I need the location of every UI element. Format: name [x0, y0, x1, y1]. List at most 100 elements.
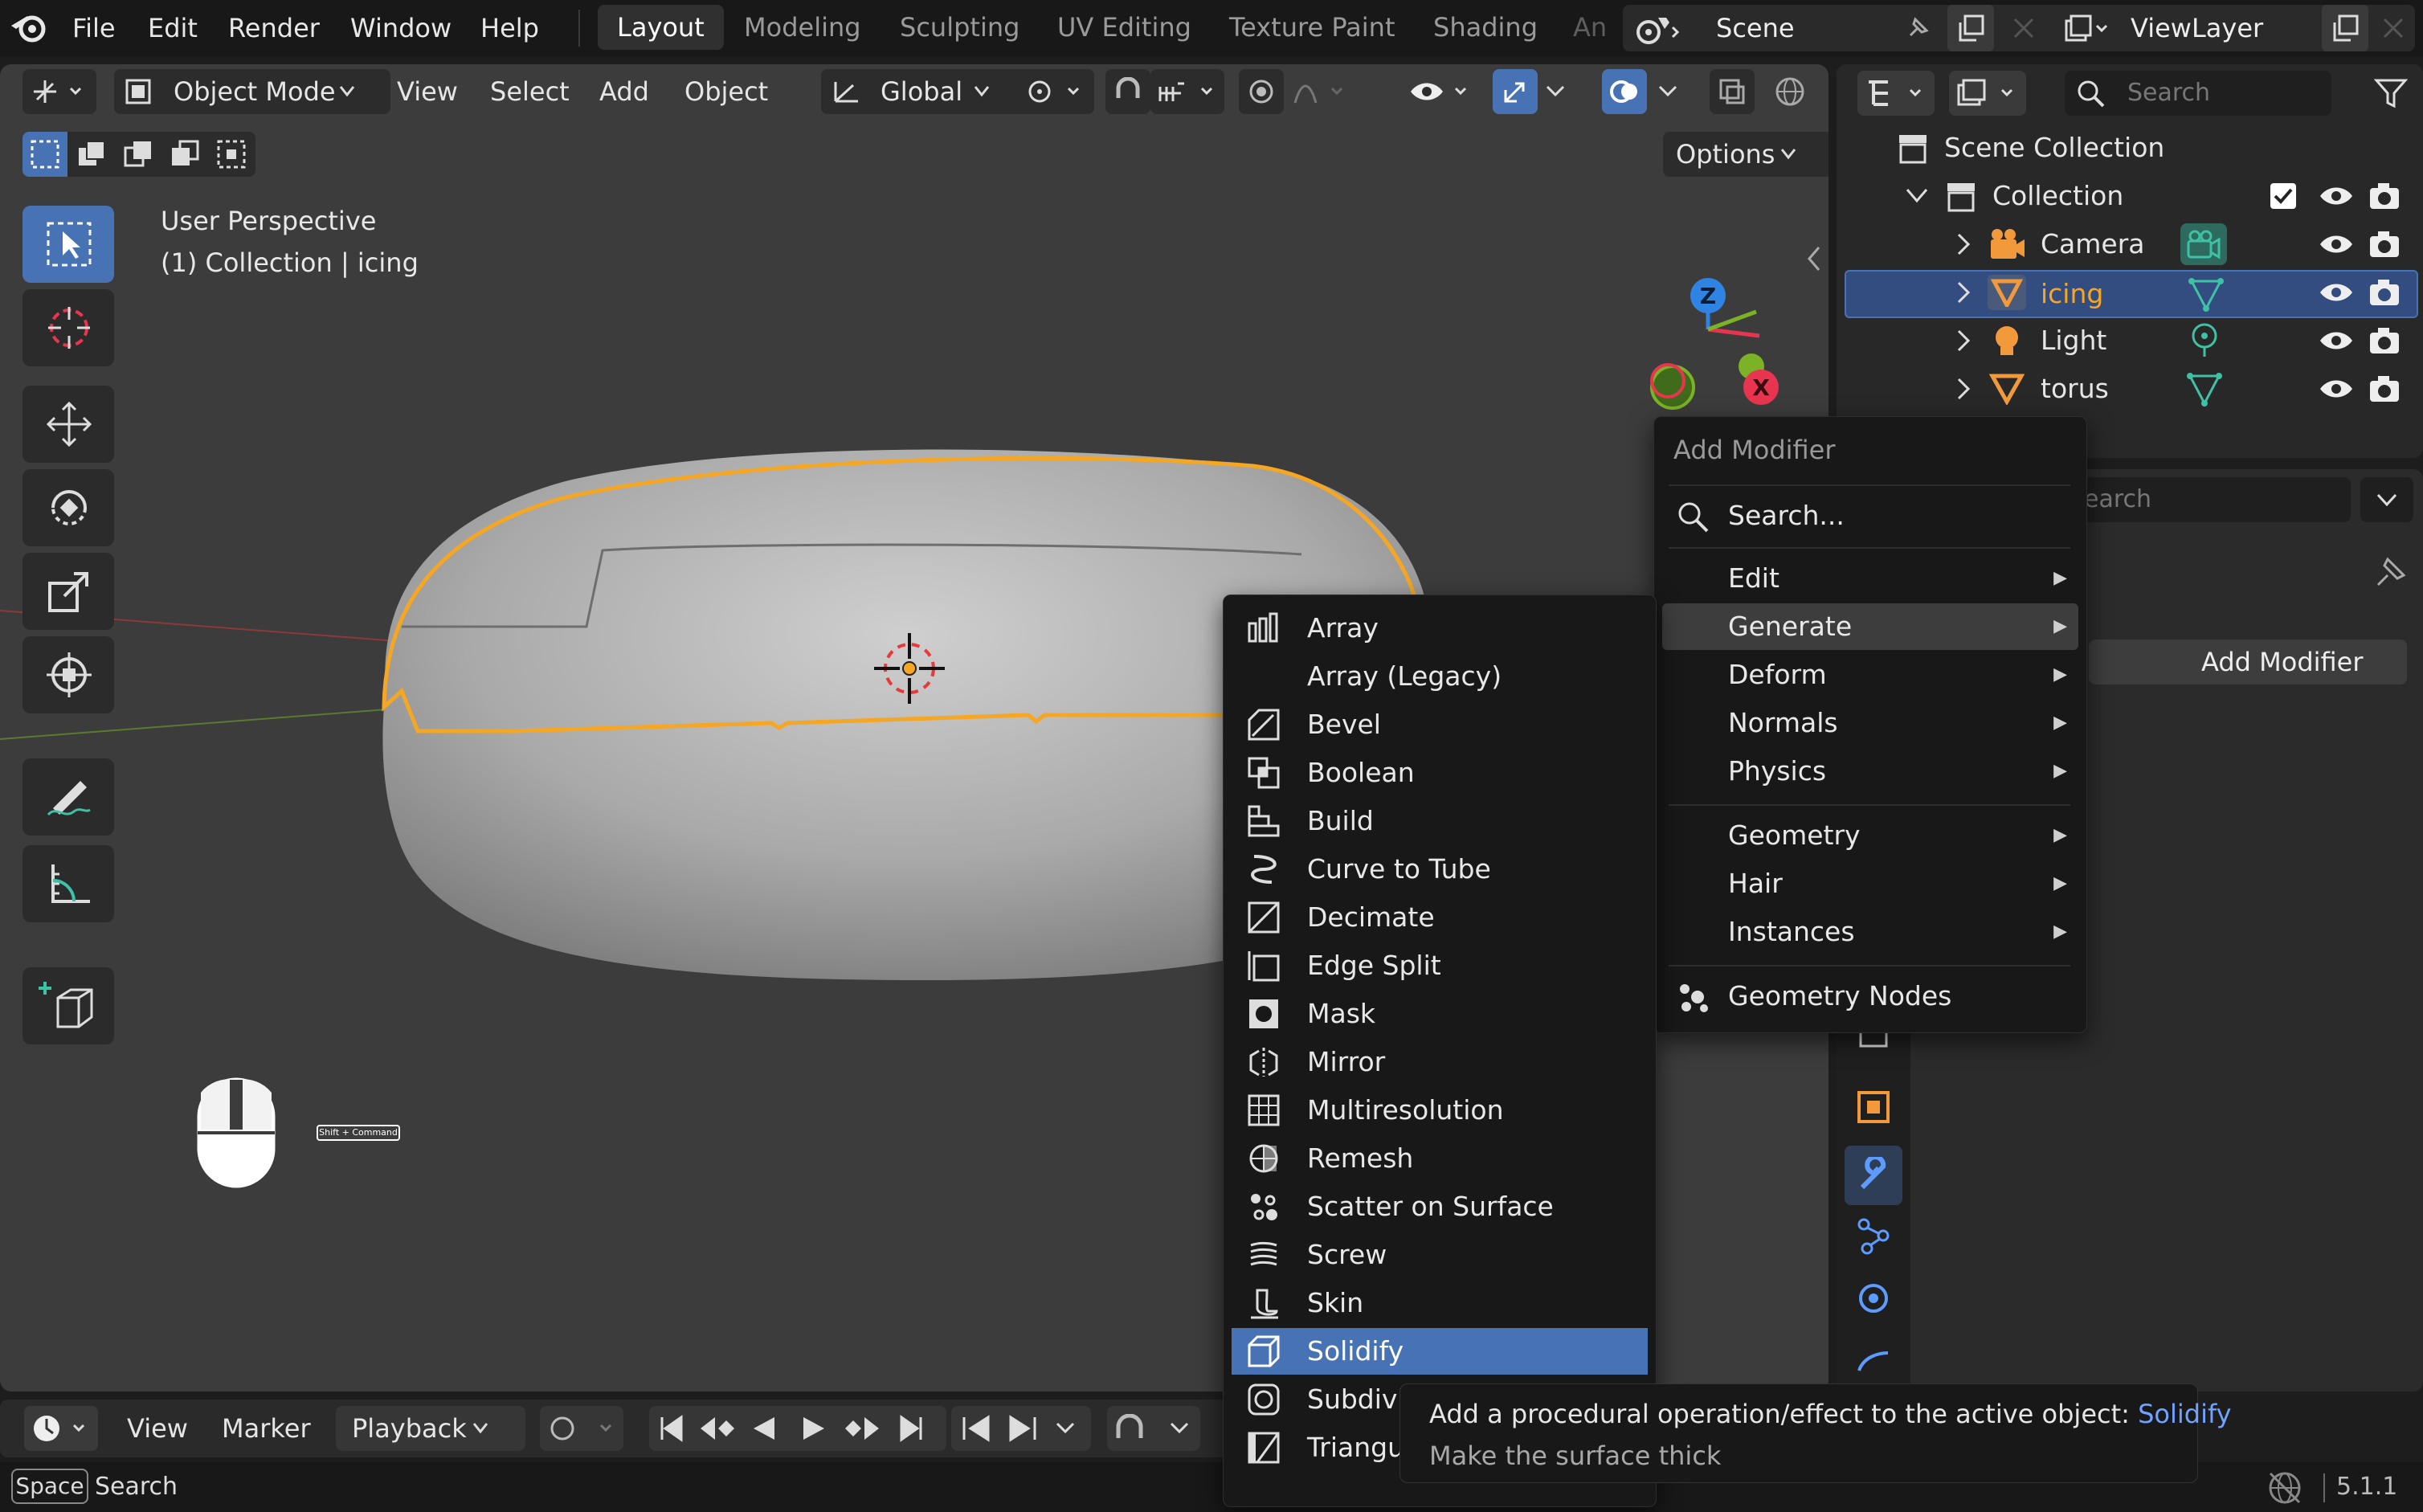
blender-logo-icon[interactable] [8, 10, 50, 47]
particles-tab-icon[interactable] [1856, 1216, 1891, 1255]
timeline-menu-view[interactable]: View [127, 1406, 188, 1451]
camera-render-icon[interactable] [2367, 228, 2402, 260]
outliner-row-scene-collection[interactable]: Scene Collection [1845, 125, 2415, 170]
menu-object[interactable]: Object [684, 69, 768, 114]
outliner-row-light[interactable]: Light [1845, 318, 2415, 363]
outliner-row-collection[interactable]: Collection [1845, 174, 2415, 219]
menu-item-normals[interactable]: Normals ▶ [1662, 700, 2078, 746]
timeline-editor-type[interactable] [24, 1406, 98, 1451]
add-modifier-button[interactable]: Add Modifier [2089, 640, 2407, 684]
menu-item-mirror[interactable]: Mirror [1232, 1039, 1648, 1085]
gizmo-toggle[interactable] [1493, 69, 1538, 114]
eye-icon[interactable] [2319, 326, 2354, 355]
editor-type-button[interactable] [22, 69, 96, 114]
filter-icon[interactable] [2373, 76, 2409, 111]
menu-item-skin[interactable]: Skin [1232, 1280, 1648, 1326]
select-new-button[interactable] [22, 132, 67, 177]
viewlayer-selector[interactable]: ViewLayer [2050, 5, 2415, 51]
menu-item-boolean[interactable]: Boolean [1232, 750, 1648, 796]
magnet-icon[interactable] [1113, 1414, 1146, 1443]
tool-cursor[interactable] [22, 289, 114, 366]
outliner-search-input[interactable]: Search [2065, 71, 2331, 116]
camera-render-icon[interactable] [2367, 276, 2402, 309]
next-keyframe-icon[interactable] [842, 1414, 882, 1443]
tab-uv-editing[interactable]: UV Editing [1038, 5, 1211, 50]
scene-selector[interactable]: Scene [1623, 5, 2066, 51]
tool-select-box[interactable] [22, 206, 114, 283]
shading-wireframe-button[interactable] [1767, 69, 1812, 114]
eye-icon[interactable] [2319, 278, 2354, 307]
play-reverse-icon[interactable] [749, 1414, 781, 1443]
menu-edit[interactable]: Edit [148, 0, 198, 56]
menu-help[interactable]: Help [480, 0, 539, 56]
outliner-row-torus[interactable]: torus [1845, 366, 2415, 411]
menu-item-build[interactable]: Build [1232, 798, 1648, 844]
chevron-down-icon[interactable] [1170, 1422, 1189, 1435]
properties-search-input[interactable]: earch [2078, 477, 2351, 522]
menu-render[interactable]: Render [228, 0, 320, 56]
chevron-down-icon[interactable] [1906, 186, 1928, 206]
mode-selector[interactable]: Object Mode [114, 69, 390, 114]
network-disabled-icon[interactable] [2266, 1470, 2304, 1506]
next-frame-icon[interactable] [1004, 1414, 1040, 1443]
menu-item-geometry[interactable]: Geometry ▶ [1662, 812, 2078, 859]
xray-toggle[interactable] [1710, 69, 1755, 114]
menu-item-physics[interactable]: Physics ▶ [1662, 748, 2078, 795]
tool-scale[interactable] [22, 553, 114, 630]
prev-keyframe-icon[interactable] [697, 1414, 738, 1443]
camera-render-icon[interactable] [2367, 180, 2402, 212]
menu-item-array-legacy[interactable]: Array (Legacy) [1232, 653, 1648, 700]
constraints-tab-icon[interactable] [1856, 1348, 1891, 1372]
tool-rotate[interactable] [22, 469, 114, 546]
object-tab[interactable] [1845, 1078, 1902, 1134]
chevron-right-icon[interactable] [1954, 281, 1973, 304]
menu-item-screw[interactable]: Screw [1232, 1232, 1648, 1278]
eye-icon[interactable] [2319, 374, 2354, 403]
proportional-edit-toggle[interactable] [1239, 69, 1284, 114]
menu-item-generate[interactable]: Generate ▶ [1662, 603, 2078, 650]
tab-texture-paint[interactable]: Texture Paint [1210, 5, 1415, 50]
menu-file[interactable]: File [72, 0, 116, 56]
menu-item-multiresolution[interactable]: Multiresolution [1232, 1087, 1648, 1134]
tool-measure[interactable] [22, 845, 114, 922]
new-viewlayer-button[interactable] [2322, 5, 2368, 51]
menu-select[interactable]: Select [490, 69, 570, 114]
eye-icon[interactable] [2319, 182, 2354, 210]
proportional-falloff-button[interactable] [1287, 69, 1351, 114]
menu-item-solidify[interactable]: Solidify [1232, 1328, 1648, 1375]
camera-data-button[interactable] [2180, 223, 2227, 265]
select-subtract-button[interactable] [116, 132, 161, 177]
eye-icon[interactable] [2319, 230, 2354, 259]
chevron-left-icon[interactable] [1804, 243, 1824, 275]
menu-item-instances[interactable]: Instances ▶ [1662, 909, 2078, 955]
modifier-tab[interactable] [1845, 1146, 1902, 1205]
menu-item-remesh[interactable]: Remesh [1232, 1135, 1648, 1182]
chevron-down-icon[interactable] [1546, 85, 1565, 98]
prev-frame-icon[interactable] [959, 1414, 995, 1443]
select-extend-button[interactable] [69, 132, 114, 177]
menu-item-bevel[interactable]: Bevel [1232, 701, 1648, 748]
menu-item-curve-to-tube[interactable]: Curve to Tube [1232, 846, 1648, 893]
tool-move[interactable] [22, 386, 114, 463]
transform-orientation-selector[interactable]: Global [821, 69, 1027, 114]
menu-item-hair[interactable]: Hair ▶ [1662, 860, 2078, 907]
visibility-button[interactable] [1404, 69, 1478, 114]
outliner-editor-type[interactable] [1857, 71, 1935, 116]
close-icon[interactable] [2012, 16, 2036, 40]
timeline-menu-marker[interactable]: Marker [222, 1406, 311, 1451]
menu-item-edge-split[interactable]: Edge Split [1232, 942, 1648, 989]
tab-sculpting[interactable]: Sculpting [881, 5, 1039, 50]
jump-end-icon[interactable] [895, 1414, 927, 1443]
camera-render-icon[interactable] [2367, 373, 2402, 405]
pivot-point-button[interactable] [1017, 69, 1094, 114]
display-mode-button[interactable] [1949, 71, 2026, 116]
auto-keying-toggle[interactable] [540, 1406, 623, 1451]
tool-add-cube[interactable] [22, 967, 114, 1044]
overlays-toggle[interactable] [1602, 69, 1647, 114]
mesh-data-icon[interactable] [2187, 275, 2225, 313]
physics-tab-icon[interactable] [1856, 1281, 1891, 1316]
menu-item-array[interactable]: Array [1232, 605, 1648, 652]
chevron-right-icon[interactable] [1954, 329, 1973, 352]
play-icon[interactable] [797, 1414, 829, 1443]
pin-icon[interactable] [1904, 14, 1931, 42]
